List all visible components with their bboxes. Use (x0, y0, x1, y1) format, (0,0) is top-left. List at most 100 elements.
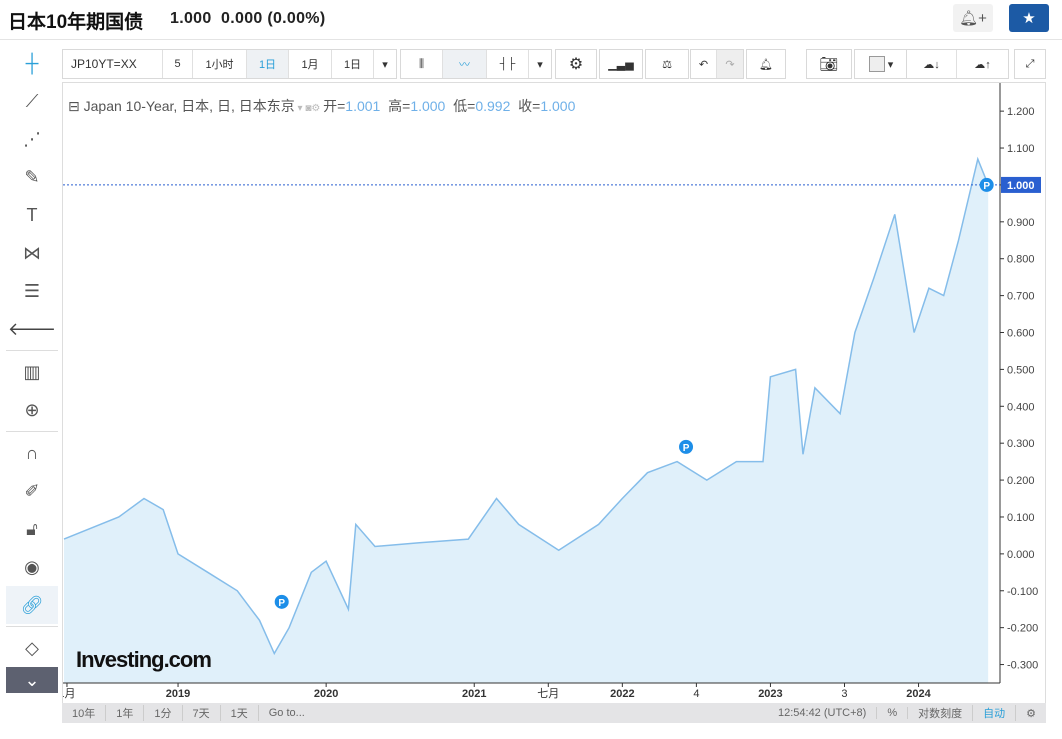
x-tick-label: 2020 (314, 688, 338, 700)
gear-icon[interactable]: ⚙ (1016, 707, 1046, 720)
screenshot-button[interactable]: 📷︎ (806, 49, 852, 79)
color-select[interactable]: ▾ (854, 49, 908, 79)
indicators-button[interactable]: ▁▃▅ (599, 49, 643, 79)
unlock-icon[interactable]: 🔓︎ (6, 510, 58, 548)
bar-chart-icon[interactable]: ┤├ (487, 50, 529, 78)
y-tick-label: 0.200 (1007, 475, 1035, 487)
event-marker-label: P (683, 443, 690, 454)
undo-icon[interactable]: ↶ (691, 50, 717, 78)
scale-icon: ⚖ (662, 58, 672, 71)
collapse-icon[interactable]: ⊟ (68, 98, 80, 114)
y-tick-label: 0.700 (1007, 291, 1035, 303)
goto-button[interactable]: Go to... (259, 707, 315, 719)
undo-redo: ↶ ↷ (690, 49, 744, 79)
trend-line-icon[interactable]: ⟋ (6, 82, 58, 120)
interval-toolbar: JP10YT=XX 5 1小时 1日 1月 1日 ▾ (62, 49, 397, 79)
lock-drawing-icon[interactable]: ✐ (6, 472, 58, 510)
percent-toggle[interactable]: % (877, 707, 909, 719)
camera-icon: 📷︎ (819, 56, 839, 73)
range-select[interactable]: 1日 (332, 50, 374, 78)
y-tick-label: 0.300 (1007, 438, 1035, 450)
current-price-label: 1.000 (1007, 180, 1035, 192)
link-icon[interactable]: 🔗︎ (6, 586, 58, 624)
x-tick-label: 3 (841, 688, 847, 700)
y-tick-label: 0.800 (1007, 254, 1035, 266)
indicators-icon[interactable]: ▥ (6, 353, 58, 391)
fib-tool-icon[interactable]: ⋰ (6, 120, 58, 158)
add-alert-button[interactable]: 🔔︎+ (953, 4, 993, 32)
symbol-input[interactable]: JP10YT=XX (63, 50, 163, 78)
bell-plus-icon: 🔔︎+ (959, 10, 987, 27)
measure-icon[interactable]: ☰ (6, 272, 58, 310)
x-tick-label: 2024 (906, 688, 931, 700)
chart-type-toolbar: ⫼ 〰 ┤├ ▾ (400, 49, 552, 79)
eye-icon[interactable]: ◉ (6, 548, 58, 586)
back-arrow-icon[interactable]: 🡐 (6, 310, 58, 348)
cloud-upload-icon[interactable]: ☁↑ (957, 50, 1008, 78)
y-tick-label: 0.100 (1007, 512, 1035, 524)
redo-icon[interactable]: ↷ (717, 50, 743, 78)
x-tick-label: 2019 (166, 688, 190, 700)
star-icon: ★ (1022, 10, 1036, 27)
interval-5[interactable]: 5 (163, 50, 193, 78)
alert-button[interactable]: 🔔︎ (746, 49, 786, 79)
price-chart[interactable]: 1.200 1.100 1.000 0.900 0.800 0.700 0.600 0.500… (58, 83, 1047, 724)
color-swatch-icon: ▾ (855, 50, 907, 78)
settings-button[interactable]: ⚙ (555, 49, 597, 79)
x-tick-label: 4 (693, 688, 699, 700)
interval-1h[interactable]: 1小时 (193, 50, 247, 78)
open-value: 1.001 (345, 98, 381, 114)
series-name: Japan 10-Year, 日本, 日, 日本东京 (83, 98, 295, 114)
y-tick-label: 0.500 (1007, 364, 1035, 376)
close-label: 收= (518, 98, 541, 114)
magnet-icon[interactable]: ∩ (6, 434, 58, 472)
x-tick-label: 2021 (462, 688, 486, 700)
chevron-down-icon[interactable]: ▾ (374, 50, 396, 78)
text-tool-icon[interactable]: T (6, 196, 58, 234)
range-10y[interactable]: 10年 (62, 705, 107, 721)
watchlist-star-button[interactable]: ★ (1009, 4, 1049, 32)
low-value: 0.992 (475, 98, 511, 114)
drawing-sidebar: ┼ ⟋ ⋰ ✎ T ⋈ ☰ 🡐 ▥ ⊕ ∩ ✐ 🔓︎ ◉ 🔗︎ ◇ ⌄ (6, 44, 58, 734)
auto-scale-toggle[interactable]: 自动 (973, 705, 1017, 721)
range-1d[interactable]: 1天 (221, 705, 259, 721)
area-fill (64, 159, 989, 684)
interval-1m[interactable]: 1月 (289, 50, 332, 78)
cloud-buttons: ☁↓ ☁↑ (906, 49, 1009, 79)
pattern-icon[interactable]: ⋈ (6, 234, 58, 272)
x-tick-label: 1月 (63, 688, 76, 700)
range-1y[interactable]: 1年 (106, 705, 145, 721)
y-tick-label: -0.100 (1007, 586, 1038, 598)
log-scale-toggle[interactable]: 对数刻度 (908, 705, 974, 721)
range-1m[interactable]: 1分 (144, 705, 183, 721)
low-label: 低= (453, 98, 476, 114)
header: 日本10年期国债 1.000 0.000 (0.00%) 🔔︎+ ★ (0, 0, 1062, 40)
quote: 1.000 0.000 (0.00%) (170, 10, 325, 28)
cloud-download-icon[interactable]: ☁↓ (907, 50, 957, 78)
fullscreen-button[interactable]: ⤢ (1014, 49, 1046, 79)
y-tick-label: 0.400 (1007, 401, 1035, 413)
high-value: 1.000 (410, 98, 446, 114)
page-title: 日本10年期国债 (8, 12, 144, 33)
trash-expand-icon[interactable]: ⌄ (6, 667, 58, 693)
bell-plus-icon: 🔔︎ (759, 58, 773, 71)
range-7d[interactable]: 7天 (183, 705, 221, 721)
x-tick-label: 七月 (537, 687, 559, 700)
high-label: 高= (388, 98, 411, 114)
change: 0.000 (221, 10, 263, 27)
interval-1d[interactable]: 1日 (247, 50, 289, 78)
y-tick-label: 0.000 (1007, 549, 1035, 561)
chevron-down-icon[interactable]: ▾ (529, 50, 551, 78)
area-chart-icon[interactable]: 〰 (443, 50, 487, 78)
crosshair-icon[interactable]: ┼ (6, 44, 58, 82)
candlestick-icon[interactable]: ⫼ (401, 50, 443, 78)
y-tick-label: -0.300 (1007, 660, 1038, 672)
compare-button[interactable]: ⚖ (645, 49, 689, 79)
investing-logo: Investing.com (76, 647, 212, 672)
layers-icon[interactable]: ◇ (6, 629, 58, 667)
change-pct: (0.00%) (267, 10, 326, 27)
brush-icon[interactable]: ✎ (6, 158, 58, 196)
fullscreen-icon: ⤢ (1025, 57, 1035, 70)
x-tick-label: 2022 (610, 688, 634, 700)
zoom-in-icon[interactable]: ⊕ (6, 391, 58, 429)
